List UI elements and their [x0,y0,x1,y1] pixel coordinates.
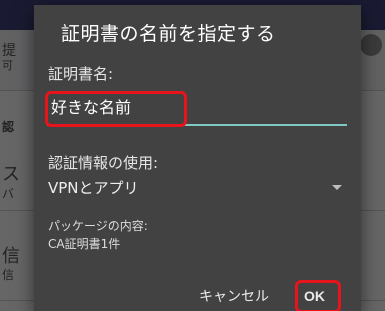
ok-button[interactable]: OK [304,288,325,304]
credential-usage-label: 認証情報の使用: [48,154,159,172]
certificate-name-label: 証明書名: [48,65,114,83]
credential-usage-value: VPNとアプリ [48,178,139,197]
package-contents-value: CA証明書1件 [48,237,121,251]
certificate-name-input[interactable] [47,92,347,126]
cancel-button[interactable]: キャンセル [199,286,269,306]
dialog-title: 証明書の名前を指定する [61,23,276,45]
package-contents-label: パッケージの内容: [48,219,148,233]
credential-usage-dropdown[interactable]: VPNとアプリ [48,173,344,201]
name-certificate-dialog: 証明書の名前を指定する 証明書名: 認証情報の使用: VPNとアプリ パッケージ… [34,5,361,311]
dropdown-arrow-icon [332,184,342,190]
